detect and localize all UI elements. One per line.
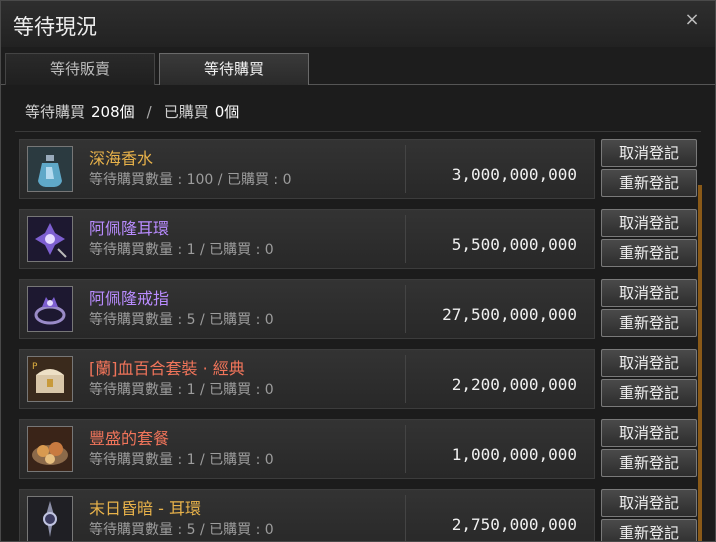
svg-text:P: P [32, 362, 38, 372]
list-item: 豐盛的套餐 等待購買數量 : 1 / 已購買 : 0 1,000,000,000… [19, 419, 711, 479]
row-divider [405, 425, 406, 473]
item-quantity: 等待購買數量 : 1 / 已購買 : 0 [89, 382, 274, 398]
scrollbar[interactable] [698, 185, 702, 541]
cancel-registration-button[interactable]: 取消登記 [601, 209, 697, 237]
list-item: P [蘭]血百合套裝 · 經典 等待購買數量 : 1 / 已購買 : 0 2,2… [19, 349, 711, 409]
row-divider [405, 285, 406, 333]
summary-separator: / [146, 103, 152, 121]
pending-status-window: 等待現況 × 等待販賣 等待購買 等待購買 208個 / 已購買 0個 深海香水 等待購… [0, 0, 716, 542]
cancel-registration-button[interactable]: 取消登記 [601, 139, 697, 167]
item-quantity: 等待購買數量 : 100 / 已購買 : 0 [89, 172, 292, 188]
item-price: 2,750,000,000 [451, 515, 577, 534]
reregister-button[interactable]: 重新登記 [601, 239, 697, 267]
reregister-button[interactable]: 重新登記 [601, 309, 697, 337]
item-price: 3,000,000,000 [451, 165, 577, 184]
reregister-button[interactable]: 重新登記 [601, 519, 697, 541]
dark-earring-icon[interactable] [27, 496, 73, 541]
row-divider [405, 355, 406, 403]
cancel-registration-button[interactable]: 取消登記 [601, 349, 697, 377]
treasure-chest-icon[interactable]: P [27, 356, 73, 402]
reregister-button[interactable]: 重新登記 [601, 169, 697, 197]
bought-label: 已購買 [163, 103, 209, 121]
purchase-summary: 等待購買 208個 / 已購買 0個 [25, 101, 239, 122]
content-panel: 等待購買 208個 / 已購買 0個 深海香水 等待購買數量 : 100 / 已購買 :… [3, 85, 713, 541]
row-divider [405, 145, 406, 193]
pending-label: 等待購買 [25, 103, 86, 121]
cancel-registration-button[interactable]: 取消登記 [601, 279, 697, 307]
pending-count: 208個 [91, 103, 135, 121]
close-icon[interactable]: × [683, 11, 701, 29]
row-divider [405, 215, 406, 263]
cancel-registration-button[interactable]: 取消登記 [601, 419, 697, 447]
item-name: 豐盛的套餐 [89, 429, 170, 448]
item-name: [蘭]血百合套裝 · 經典 [89, 359, 245, 378]
tab-bar: 等待販賣 等待購買 [1, 47, 715, 85]
title-bar: 等待現況 × [1, 1, 715, 47]
window-title: 等待現況 [13, 15, 97, 39]
item-quantity: 等待購買數量 : 1 / 已購買 : 0 [89, 452, 274, 468]
item-quantity: 等待購買數量 : 1 / 已購買 : 0 [89, 242, 274, 258]
item-name: 末日昏暗 - 耳環 [89, 499, 201, 518]
tab-pending-purchase[interactable]: 等待購買 [159, 53, 309, 85]
item-quantity: 等待購買數量 : 5 / 已購買 : 0 [89, 522, 274, 538]
earring-icon[interactable] [27, 216, 73, 262]
list-item: 阿佩隆耳環 等待購買數量 : 1 / 已購買 : 0 5,500,000,000… [19, 209, 711, 269]
cancel-registration-button[interactable]: 取消登記 [601, 489, 697, 517]
tab-pending-sale[interactable]: 等待販賣 [5, 53, 155, 85]
summary-divider [15, 131, 701, 132]
item-name: 阿佩隆戒指 [89, 289, 170, 308]
item-price: 1,000,000,000 [451, 445, 577, 464]
item-price: 5,500,000,000 [451, 235, 577, 254]
reregister-button[interactable]: 重新登記 [601, 449, 697, 477]
perfume-bottle-icon[interactable] [27, 146, 73, 192]
row-divider [405, 495, 406, 541]
list-item: 阿佩隆戒指 等待購買數量 : 5 / 已購買 : 0 27,500,000,00… [19, 279, 711, 339]
item-price: 27,500,000,000 [442, 305, 577, 324]
item-price: 2,200,000,000 [451, 375, 577, 394]
ring-icon[interactable] [27, 286, 73, 332]
bought-count: 0個 [214, 103, 240, 121]
meal-platter-icon[interactable] [27, 426, 73, 472]
reregister-button[interactable]: 重新登記 [601, 379, 697, 407]
item-name: 阿佩隆耳環 [89, 219, 170, 238]
list-item: 末日昏暗 - 耳環 等待購買數量 : 5 / 已購買 : 0 2,750,000… [19, 489, 711, 541]
item-quantity: 等待購買數量 : 5 / 已購買 : 0 [89, 312, 274, 328]
item-name: 深海香水 [89, 149, 154, 168]
list-item: 深海香水 等待購買數量 : 100 / 已購買 : 0 3,000,000,00… [19, 139, 711, 199]
